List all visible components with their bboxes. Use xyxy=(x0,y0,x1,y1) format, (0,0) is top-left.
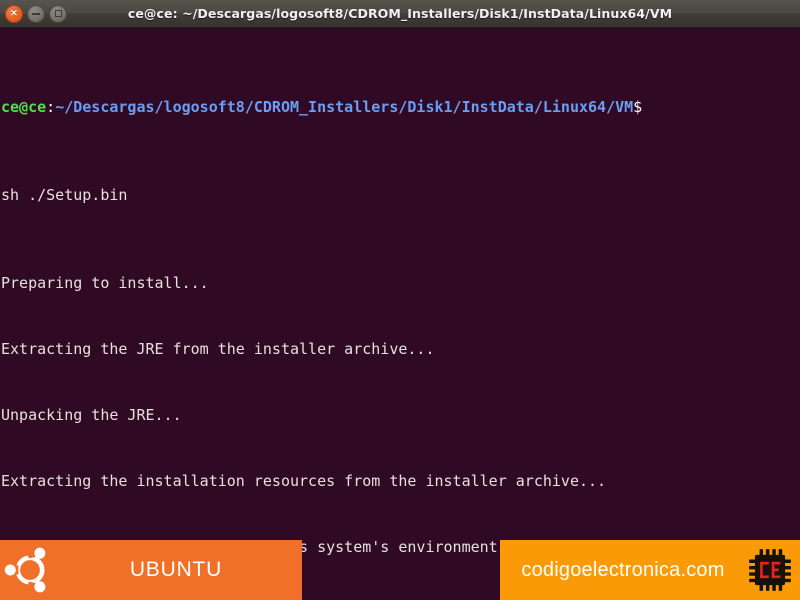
window-titlebar: × ce@ce: ~/Descargas/logosoft8/CDROM_Ins… xyxy=(0,0,800,28)
ubuntu-logo xyxy=(0,540,60,600)
terminal-prompt-line: ce@ce:~/Descargas/logosoft8/CDROM_Instal… xyxy=(0,96,800,118)
maximize-button[interactable] xyxy=(49,4,67,23)
prompt-separator: : xyxy=(46,98,56,116)
minimize-icon xyxy=(32,12,40,15)
ubuntu-banner-label: UBUNTU xyxy=(129,558,223,581)
window-controls: × xyxy=(0,4,67,23)
terminal-output-area[interactable]: ce@ce:~/Descargas/logosoft8/CDROM_Instal… xyxy=(0,28,800,600)
microchip-ce-icon xyxy=(742,542,798,598)
ubuntu-banner: UBUNTU xyxy=(0,540,302,600)
close-button[interactable]: × xyxy=(5,4,23,23)
prompt-path: ~/Descargas/logosoft8/CDROM_Installers/D… xyxy=(55,98,634,116)
codigoelectronica-logo xyxy=(740,540,800,600)
codigoelectronica-banner-label: codigoelectronica.com xyxy=(521,558,725,581)
ubuntu-circle-of-friends-icon xyxy=(1,542,58,598)
codigoelectronica-banner: codigoelectronica.com xyxy=(500,540,800,600)
maximize-icon xyxy=(54,10,62,17)
terminal-window: × ce@ce: ~/Descargas/logosoft8/CDROM_Ins… xyxy=(0,0,800,600)
terminal-command-line: sh ./Setup.bin xyxy=(1,186,128,204)
terminal-output-line: Preparing to install... xyxy=(1,274,209,292)
prompt-user-host: ce@ce xyxy=(1,98,47,116)
window-title: ce@ce: ~/Descargas/logosoft8/CDROM_Insta… xyxy=(127,6,673,21)
terminal-output-line: Unpacking the JRE... xyxy=(1,406,182,424)
prompt-symbol: $ xyxy=(633,98,643,116)
terminal-output-line: Extracting the JRE from the installer ar… xyxy=(1,340,435,358)
minimize-button[interactable] xyxy=(27,4,45,23)
close-icon: × xyxy=(9,7,19,18)
terminal-output-line: Extracting the installation resources fr… xyxy=(1,472,607,490)
